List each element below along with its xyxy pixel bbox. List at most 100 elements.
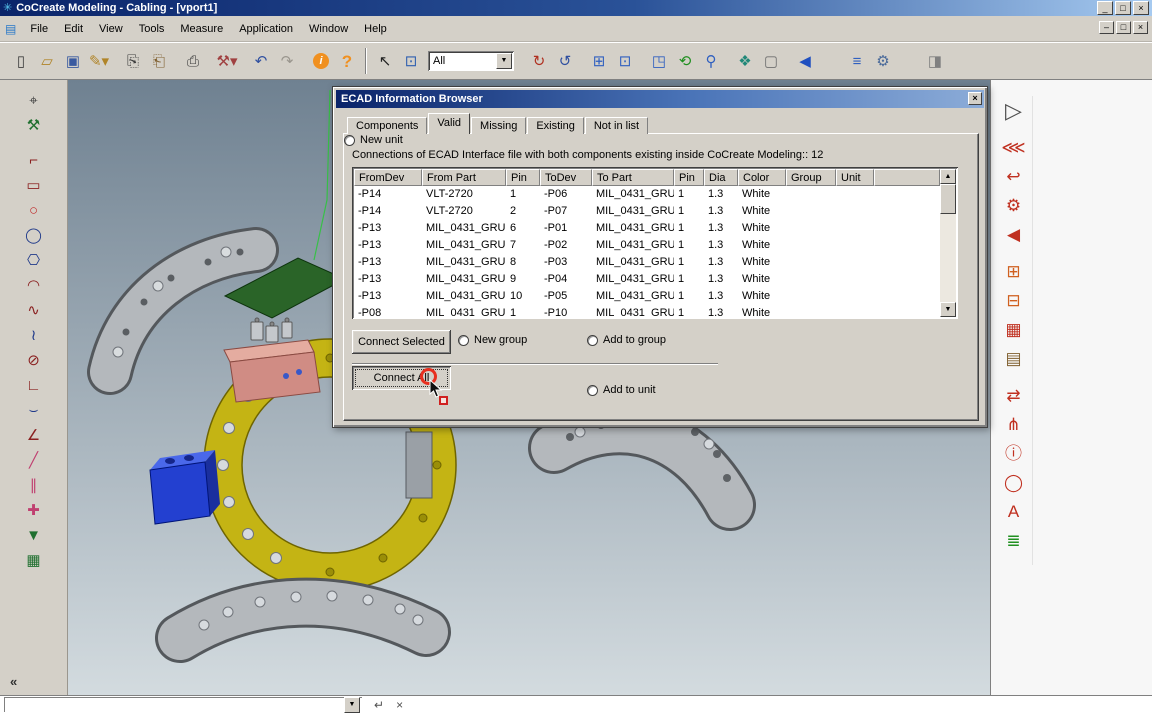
tab-valid[interactable]: Valid — [428, 113, 471, 134]
menu-item-view[interactable]: View — [91, 20, 131, 38]
add-to-group-radio[interactable]: Add to group — [587, 334, 666, 346]
ellipse-tool-button[interactable]: ◯ — [22, 223, 46, 248]
paste-button[interactable]: ⎗ — [146, 48, 172, 74]
menu-item-tools[interactable]: Tools — [131, 20, 173, 38]
column-header-dia[interactable]: Dia — [704, 169, 738, 186]
save-options-button[interactable]: ✎▾ — [86, 48, 112, 74]
connection-row[interactable]: -P14 VLT-2720 1 -P06 MIL_0431_GRU 1 1.3 White — [354, 186, 940, 203]
tab-missing[interactable]: Missing — [471, 117, 527, 134]
info-button[interactable]: i — [308, 48, 334, 74]
route-wires-button[interactable]: ⋘ — [1000, 133, 1028, 162]
pattern-tool-button[interactable]: ▦ — [22, 548, 46, 573]
playback-button[interactable]: ▷ — [1000, 96, 1028, 125]
unroute-button[interactable]: ↩ — [1000, 162, 1028, 191]
circle-tool-button[interactable]: ○ — [22, 198, 46, 223]
insert-segment-button[interactable]: ◀ — [1000, 220, 1028, 249]
previous-view-button[interactable]: ◀ — [792, 48, 818, 74]
menu-item-edit[interactable]: Edit — [56, 20, 91, 38]
modify-route-button[interactable]: ↻ — [526, 48, 552, 74]
chamfer-tool-button[interactable]: ∠ — [22, 423, 46, 448]
open-file-button[interactable]: ▱ — [34, 48, 60, 74]
select-arrow-button[interactable]: ↖ — [372, 48, 398, 74]
column-header-pin[interactable]: Pin — [674, 169, 704, 186]
command-input[interactable]: ▼ — [4, 696, 362, 713]
menu-item-window[interactable]: Window — [301, 20, 356, 38]
undo-button[interactable]: ↶ — [248, 48, 274, 74]
command-cancel-button[interactable]: × — [396, 698, 403, 712]
blue-connector-box[interactable] — [149, 461, 211, 525]
selection-filter-dropdown[interactable]: All ▼ — [428, 51, 514, 71]
datum-tool-button[interactable]: ⌖ — [22, 88, 46, 113]
new-unit-radio[interactable]: New unit — [344, 134, 403, 146]
parallel-tool-button[interactable]: ∥ — [22, 473, 46, 498]
add-pins-button[interactable]: ⊞ — [1000, 257, 1028, 286]
dialog-close-button[interactable]: × — [968, 92, 982, 105]
machining-tool-button[interactable]: ⚒ — [22, 113, 46, 138]
mdi-restore-button[interactable]: □ — [1116, 21, 1131, 34]
redo-button[interactable]: ↷ — [274, 48, 300, 74]
extrude-tool-button[interactable]: ▼ — [22, 523, 46, 548]
connector-blocks[interactable] — [250, 317, 293, 343]
connection-row[interactable]: -P14 VLT-2720 2 -P07 MIL_0431_GRU 1 1.3 White — [354, 203, 940, 220]
help-button[interactable]: ? — [334, 48, 360, 74]
arc-tool-button[interactable]: ◠ — [22, 273, 46, 298]
cable-tools-button[interactable]: ⚒▾ — [214, 48, 240, 74]
connection-info-button[interactable]: ⓘ — [1000, 439, 1028, 468]
scrollbar-thumb[interactable] — [940, 184, 956, 214]
column-header-to-part[interactable]: To Part — [592, 169, 674, 186]
menu-item-help[interactable]: Help — [356, 20, 395, 38]
layers-button[interactable]: ≣ — [1000, 526, 1028, 555]
select-view-button[interactable]: ◳ — [646, 48, 672, 74]
command-enter-button[interactable]: ↵ — [374, 698, 384, 712]
column-header-group[interactable]: Group — [786, 169, 836, 186]
connect-selected-button[interactable]: Connect Selected — [352, 330, 451, 354]
column-header-color[interactable]: Color — [738, 169, 786, 186]
connection-grid-button[interactable]: ▦ — [1000, 315, 1028, 344]
command-dropdown-button[interactable]: ▼ — [344, 696, 360, 713]
copy-button[interactable]: ⎘ — [120, 48, 146, 74]
connection-row[interactable]: -P08 MIL_0431_GRU 1 -P10 MIL_0431_GRU 1 1.3 Whi… — [354, 305, 940, 317]
tab-not-in-list[interactable]: Not in list — [584, 117, 649, 134]
modify-segment-button[interactable]: ↺ — [552, 48, 578, 74]
dialog-titlebar[interactable]: ECAD Information Browser × — [336, 90, 984, 108]
collapse-chevron-button[interactable]: « — [10, 674, 17, 689]
save-button[interactable]: ▣ — [60, 48, 86, 74]
column-header-fromdev[interactable]: FromDev — [354, 169, 422, 186]
cable-settings-button[interactable]: ⚙ — [1000, 191, 1028, 220]
refresh-view-button[interactable]: ⟲ — [672, 48, 698, 74]
rectangle-tool-button[interactable]: ▭ — [22, 173, 46, 198]
structure-list-button[interactable]: ≡ — [844, 48, 870, 74]
loop-tool-button[interactable]: ◯ — [1000, 468, 1028, 497]
new-file-button[interactable]: ▯ — [8, 48, 34, 74]
tab-existing[interactable]: Existing — [527, 117, 584, 134]
connection-row[interactable]: -P13 MIL_0431_GRU 7 -P02 MIL_0431_GRU 1 1.3 Whi… — [354, 237, 940, 254]
gray-bracket-piece[interactable] — [405, 431, 433, 499]
maximize-button[interactable]: □ — [1115, 1, 1131, 15]
window-titlebar[interactable]: ✳ CoCreate Modeling - Cabling - [vport1]… — [0, 0, 1152, 16]
remove-pins-button[interactable]: ⊟ — [1000, 286, 1028, 315]
route-cable-button[interactable]: ⌐ — [22, 148, 46, 173]
menu-item-application[interactable]: Application — [231, 20, 301, 38]
zoom-window-button[interactable]: ⊞ — [586, 48, 612, 74]
scroll-up-button[interactable]: ▲ — [940, 169, 956, 184]
dropdown-arrow-icon[interactable]: ▼ — [496, 53, 512, 69]
spline-tool-button[interactable]: ≀ — [22, 323, 46, 348]
cross-tool-button[interactable]: ✚ — [22, 498, 46, 523]
select-box-button[interactable]: ⊡ — [398, 48, 424, 74]
mdi-minimize-button[interactable]: – — [1099, 21, 1114, 34]
swap-connection-button[interactable]: ⇄ — [1000, 381, 1028, 410]
mdi-close-button[interactable]: × — [1133, 21, 1148, 34]
new-group-radio[interactable]: New group — [458, 334, 527, 346]
zoom-limits-button[interactable]: ⊡ — [612, 48, 638, 74]
add-to-unit-radio[interactable]: Add to unit — [587, 384, 656, 396]
zoom-tool-button[interactable]: ⚲ — [698, 48, 724, 74]
shaded-view-button[interactable]: ❖ — [732, 48, 758, 74]
fillet-tool-button[interactable]: ⌣ — [22, 398, 46, 423]
polygon-tool-button[interactable]: ⎔ — [22, 248, 46, 273]
table-vertical-scrollbar[interactable]: ▲ ▼ — [940, 169, 956, 317]
print-button[interactable]: ⎙ — [180, 48, 206, 74]
catalog-button[interactable]: ▤ — [1000, 344, 1028, 373]
menu-item-file[interactable]: File — [22, 20, 56, 38]
dock-toggle-button[interactable]: ◨ — [922, 48, 948, 74]
connection-row[interactable]: -P13 MIL_0431_GRU 10 -P05 MIL_0431_GRU 1 1.3 Wh… — [354, 288, 940, 305]
